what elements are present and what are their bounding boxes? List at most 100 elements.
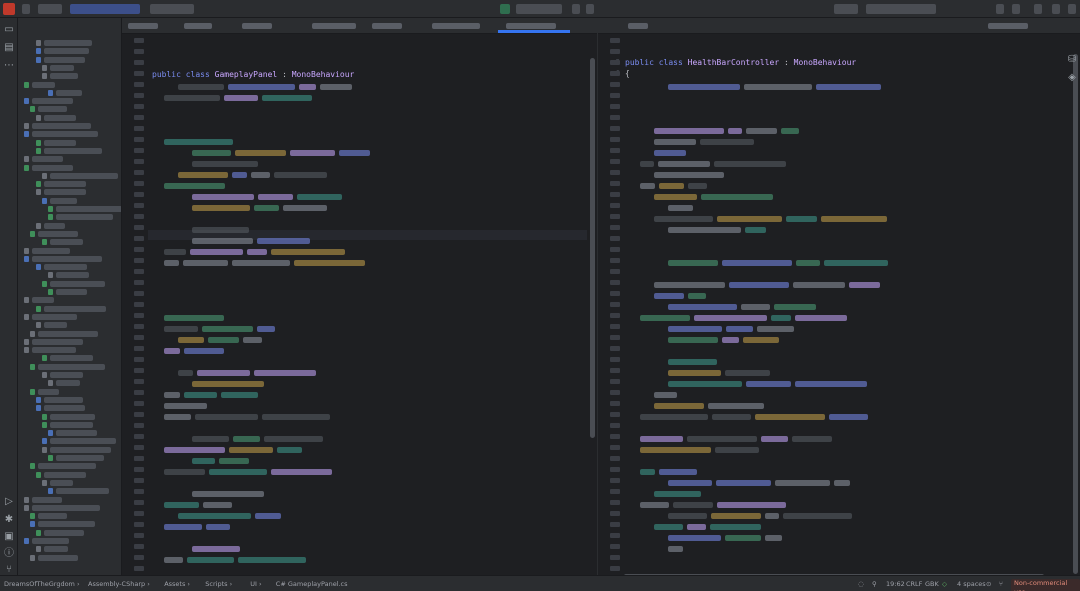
tree-node[interactable] xyxy=(50,355,93,362)
tree-node[interactable] xyxy=(32,123,91,129)
license-badge[interactable]: Non-commercial use xyxy=(1011,579,1080,591)
editor-tab[interactable] xyxy=(184,23,212,29)
vertical-scrollbar-left[interactable] xyxy=(590,58,595,438)
editor-tab[interactable] xyxy=(242,23,272,29)
sync-icon[interactable]: ◌ xyxy=(858,580,864,588)
tree-node[interactable] xyxy=(44,222,66,229)
tree-node[interactable] xyxy=(32,297,54,304)
code-area-right[interactable]: public class HealthBarController : MonoB… xyxy=(624,34,1070,575)
tree-node[interactable] xyxy=(50,479,73,486)
close-button[interactable] xyxy=(1068,4,1076,14)
tree-node[interactable] xyxy=(56,455,104,461)
editor-tab[interactable] xyxy=(628,23,648,29)
tree-node[interactable] xyxy=(50,438,116,445)
tree-node[interactable] xyxy=(50,372,84,378)
tree-node[interactable] xyxy=(32,156,64,163)
debug-icon[interactable]: ✱ xyxy=(3,514,15,526)
tree-node[interactable] xyxy=(44,189,86,196)
tree-node[interactable] xyxy=(44,48,90,55)
tree-node[interactable] xyxy=(56,89,83,96)
tree-node[interactable] xyxy=(38,513,68,520)
tree-node[interactable] xyxy=(38,463,96,470)
tree-node[interactable] xyxy=(44,114,76,121)
branch-selector[interactable] xyxy=(70,4,140,14)
tree-node[interactable] xyxy=(56,289,88,295)
dots-icon[interactable]: ⋯ xyxy=(3,60,15,72)
tree-node[interactable] xyxy=(50,421,93,428)
editor-pane-right[interactable]: 5 6 public class HealthBarController : M… xyxy=(598,18,1080,575)
breadcrumb-item[interactable]: Assembly-CSharp › xyxy=(88,580,150,588)
tree-node[interactable] xyxy=(32,98,73,105)
run-config-icon[interactable] xyxy=(500,4,510,14)
code-area-left[interactable]: public class GameplayPanel : MonoBehavio… xyxy=(148,34,587,575)
tree-node[interactable] xyxy=(44,147,102,154)
plugin-icon[interactable]: ◈ xyxy=(1066,72,1078,84)
editor-pane-left[interactable]: public class GameplayPanel : MonoBehavio… xyxy=(122,18,598,575)
tree-node[interactable] xyxy=(56,380,81,387)
editor-tab[interactable] xyxy=(432,23,480,29)
tree-node[interactable] xyxy=(56,214,114,221)
indent-setting[interactable]: 4 spaces xyxy=(957,580,986,588)
breadcrumb-item[interactable]: UI › xyxy=(250,580,261,588)
problems-icon[interactable]: ⓘ xyxy=(3,548,15,560)
account-widget[interactable] xyxy=(866,4,936,14)
shield-icon[interactable]: ◇ xyxy=(942,580,947,588)
tree-node[interactable] xyxy=(44,40,93,46)
tree-node[interactable] xyxy=(50,413,95,420)
tree-node[interactable] xyxy=(50,280,105,287)
tree-node[interactable] xyxy=(50,172,118,179)
vcs-widget[interactable] xyxy=(150,4,194,14)
maximize-button[interactable] xyxy=(1052,4,1060,14)
tree-node[interactable] xyxy=(38,363,105,370)
tree-node[interactable] xyxy=(32,131,99,138)
project-selector[interactable] xyxy=(38,4,62,14)
search-everywhere-button[interactable] xyxy=(834,4,858,14)
tree-node[interactable] xyxy=(44,56,85,63)
debug-button[interactable] xyxy=(586,4,594,14)
tree-node[interactable] xyxy=(32,247,70,254)
editor-tab-active[interactable] xyxy=(506,23,556,29)
tree-node[interactable] xyxy=(32,164,73,171)
tree-node[interactable] xyxy=(38,554,79,561)
editor-tab[interactable] xyxy=(988,23,1028,29)
tree-node[interactable] xyxy=(50,197,77,204)
editor-tab[interactable] xyxy=(128,23,158,29)
run-config-selector[interactable] xyxy=(516,4,562,14)
tree-node[interactable] xyxy=(50,64,74,71)
tree-node[interactable] xyxy=(44,181,86,188)
breadcrumb-item[interactable]: Assets › xyxy=(164,580,190,588)
vcs-icon[interactable]: ⑂ xyxy=(999,580,1003,588)
editor-tab[interactable] xyxy=(312,23,356,29)
notifications-icon[interactable] xyxy=(1012,4,1020,14)
tree-node[interactable] xyxy=(44,471,87,478)
tree-node[interactable] xyxy=(56,488,109,495)
tree-node[interactable] xyxy=(44,546,69,553)
breadcrumb-item[interactable]: DreamsOfTheGrgdom › xyxy=(4,580,80,588)
lock-icon[interactable]: ⊙ xyxy=(986,580,991,588)
tree-node[interactable] xyxy=(50,73,78,80)
main-menu-icon[interactable] xyxy=(22,4,30,14)
tree-node[interactable] xyxy=(44,305,106,312)
tree-node[interactable] xyxy=(32,347,76,354)
folder-icon[interactable]: ▭ xyxy=(3,24,15,36)
tree-node[interactable] xyxy=(32,81,55,88)
run-button[interactable] xyxy=(572,4,580,14)
tree-node[interactable] xyxy=(44,322,68,329)
tree-node[interactable] xyxy=(32,255,102,262)
database-icon[interactable]: ⛁ xyxy=(1066,54,1078,66)
settings-icon[interactable] xyxy=(996,4,1004,14)
tree-node[interactable] xyxy=(44,396,83,403)
editor-tab[interactable] xyxy=(372,23,402,29)
tree-node[interactable] xyxy=(32,496,62,503)
tree-node[interactable] xyxy=(44,264,88,271)
tree-node[interactable] xyxy=(38,106,67,113)
terminal-icon[interactable]: ▣ xyxy=(3,531,15,543)
tree-node[interactable] xyxy=(50,239,84,246)
minimize-button[interactable] xyxy=(1034,4,1042,14)
tree-node[interactable] xyxy=(44,139,76,146)
breadcrumb-item[interactable]: Scripts › xyxy=(205,580,232,588)
tree-node[interactable] xyxy=(32,338,84,345)
tree-node[interactable] xyxy=(32,504,100,511)
tree-node[interactable] xyxy=(56,430,97,437)
tree-node[interactable] xyxy=(38,388,60,395)
